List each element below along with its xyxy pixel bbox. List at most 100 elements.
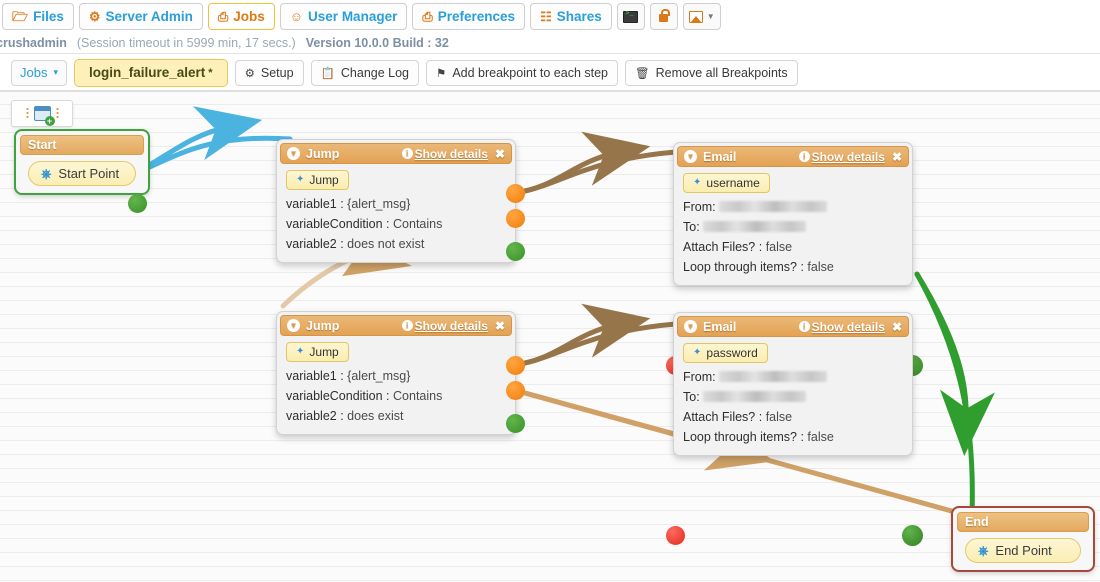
node-jump-1-tag-label: Jump <box>309 172 339 187</box>
node-jump-1-tag[interactable]: ✦ Jump <box>286 169 349 190</box>
node-jump-1[interactable]: ▼ Jump i Show details ✖ ✦ Jump variable1… <box>276 139 525 263</box>
terminal-button[interactable] <box>616 3 645 30</box>
add-breakpoint-button[interactable]: ⚑ Add breakpoint to each step <box>426 59 618 86</box>
port-email-2-out[interactable] <box>902 525 923 546</box>
row-key: To: <box>683 389 700 404</box>
row-key: To: <box>683 219 700 234</box>
nav-tab-preferences[interactable]: ⎙ Preferences <box>412 3 526 30</box>
row-key: variable2 : <box>286 408 344 423</box>
node-end-body[interactable]: ⎈ End Point <box>965 538 1081 563</box>
row-key: variableCondition : <box>286 216 390 231</box>
show-details-link[interactable]: Show details <box>415 319 488 333</box>
close-icon[interactable]: ✖ <box>892 320 902 334</box>
row-value: {alert_msg} <box>347 368 411 383</box>
collapse-icon[interactable]: ▼ <box>684 150 697 163</box>
setup-button[interactable]: ⚙ Setup <box>234 59 304 86</box>
port-jump-1-out-a[interactable] <box>506 184 525 203</box>
node-jump-1-row-2: variable2 : does not exist <box>286 234 506 254</box>
redacted-from-value <box>719 370 828 382</box>
remove-breakpoints-button-label: Remove all Breakpoints <box>655 65 788 80</box>
port-jump-2-out-a[interactable] <box>506 356 525 375</box>
nav-tab-label: Jobs <box>233 9 265 24</box>
drag-handle-left-icon[interactable] <box>25 107 29 120</box>
job-toolbar: Jobs ▾ login_failure_alert * ⚙ Setup 📋 C… <box>0 56 1100 89</box>
version-label: Version 10.0.0 Build : 32 <box>305 36 449 50</box>
lock-button[interactable] <box>649 3 678 30</box>
node-start[interactable]: Start ⎈ Start Point <box>14 129 150 213</box>
wand-icon: ✦ <box>296 346 305 357</box>
node-start-body[interactable]: ⎈ Start Point <box>28 161 136 186</box>
port-start-out[interactable] <box>128 194 147 213</box>
nav-tab-user-manager[interactable]: ☺ User Manager <box>279 3 408 30</box>
top-navigation-bar: 🗁 Files ⚙ Server Admin ⎙ Jobs ☺ User Man… <box>0 0 1100 33</box>
image-dropdown-button[interactable]: ▼ <box>682 3 721 30</box>
step-palette[interactable] <box>11 100 73 127</box>
node-email-2-title: Email <box>703 319 737 334</box>
active-job-tab[interactable]: login_failure_alert * <box>74 58 228 87</box>
node-jump-2-row-1: variableCondition : Contains <box>286 386 506 406</box>
image-icon <box>688 10 703 23</box>
chevron-down-icon: ▼ <box>706 12 715 21</box>
node-email-1[interactable]: ▼ Email i Show details ✖ ✦ username From… <box>666 142 923 376</box>
wand-icon: ✦ <box>693 177 702 188</box>
change-log-button[interactable]: 📋 Change Log <box>310 59 420 86</box>
nav-tab-server-admin[interactable]: ⚙ Server Admin <box>78 3 203 30</box>
jobs-dropdown-label: Jobs <box>20 65 48 80</box>
show-details-link[interactable]: Show details <box>812 150 885 164</box>
workflow-canvas[interactable]: Start ⎈ Start Point ▼ Jump i Show detail… <box>0 91 1100 582</box>
port-jump-2-out-b[interactable] <box>506 381 525 400</box>
clipboard-icon: 📋 <box>320 67 335 80</box>
canvas-top-edge <box>0 91 1100 92</box>
show-details-link[interactable]: Show details <box>415 147 488 161</box>
row-value: Contains <box>393 388 443 403</box>
collapse-icon[interactable]: ▼ <box>287 147 300 160</box>
nav-tab-jobs[interactable]: ⎙ Jobs <box>207 3 275 30</box>
nav-tab-label: Files <box>33 9 64 24</box>
jobs-dropdown[interactable]: Jobs ▾ <box>11 59 67 86</box>
close-icon[interactable]: ✖ <box>892 150 902 164</box>
show-details-link[interactable]: Show details <box>812 320 885 334</box>
close-icon[interactable]: ✖ <box>495 147 505 161</box>
remove-breakpoints-button[interactable]: 🗑 Remove all Breakpoints <box>625 59 798 86</box>
node-jump-2[interactable]: ▼ Jump i Show details ✖ ✦ Jump variable1… <box>276 311 525 435</box>
port-jump-2-out-c[interactable] <box>506 414 525 433</box>
nav-tab-shares[interactable]: ☷ Shares <box>530 3 612 30</box>
node-email-2[interactable]: ▼ Email i Show details ✖ ✦ password From… <box>666 312 923 546</box>
node-email-1-body: ✦ username From: To: Attach Files? : fal… <box>674 167 912 285</box>
gear-icon: ⚙ <box>88 9 101 24</box>
row-key: Loop through items? : <box>683 259 804 274</box>
row-key: variable2 : <box>286 236 344 251</box>
terminal-icon <box>623 10 639 23</box>
collapse-icon[interactable]: ▼ <box>684 320 697 333</box>
change-log-button-label: Change Log <box>340 65 410 80</box>
add-breakpoint-button-label: Add breakpoint to each step <box>452 65 608 80</box>
row-value: false <box>765 239 793 254</box>
redacted-to-value <box>703 220 807 232</box>
node-email-2-tag[interactable]: ✦ password <box>683 342 768 363</box>
power-icon: ⎈ <box>978 543 989 558</box>
port-jump-1-out-c[interactable] <box>506 242 525 261</box>
node-jump-1-row-1: variableCondition : Contains <box>286 214 506 234</box>
folder-icon: 🗁 <box>12 9 29 24</box>
row-key: Attach Files? : <box>683 409 763 424</box>
node-start-label: Start Point <box>58 166 120 181</box>
row-value: false <box>807 259 834 274</box>
node-jump-2-tag[interactable]: ✦ Jump <box>286 341 349 362</box>
port-email-2-error[interactable] <box>666 526 685 545</box>
row-key: variable1 : <box>286 196 344 211</box>
node-email-1-tag[interactable]: ✦ username <box>683 172 770 193</box>
info-icon: i <box>798 151 810 162</box>
add-step-icon[interactable] <box>33 106 55 126</box>
node-email-1-row-0: Attach Files? : false <box>683 237 903 257</box>
row-key: Attach Files? : <box>683 239 763 254</box>
nav-tab-files[interactable]: 🗁 Files <box>2 3 74 30</box>
close-icon[interactable]: ✖ <box>495 319 505 333</box>
port-jump-1-out-b[interactable] <box>506 209 525 228</box>
node-jump-1-row-0: variable1 : {alert_msg} <box>286 194 506 214</box>
unsaved-marker: * <box>208 66 213 79</box>
node-end[interactable]: End ⎈ End Point <box>951 506 1095 572</box>
collapse-icon[interactable]: ▼ <box>287 319 300 332</box>
gear-icon: ⚙ <box>244 67 255 80</box>
drag-handle-right-icon[interactable] <box>55 107 59 120</box>
chevron-down-icon: ▾ <box>53 67 58 77</box>
